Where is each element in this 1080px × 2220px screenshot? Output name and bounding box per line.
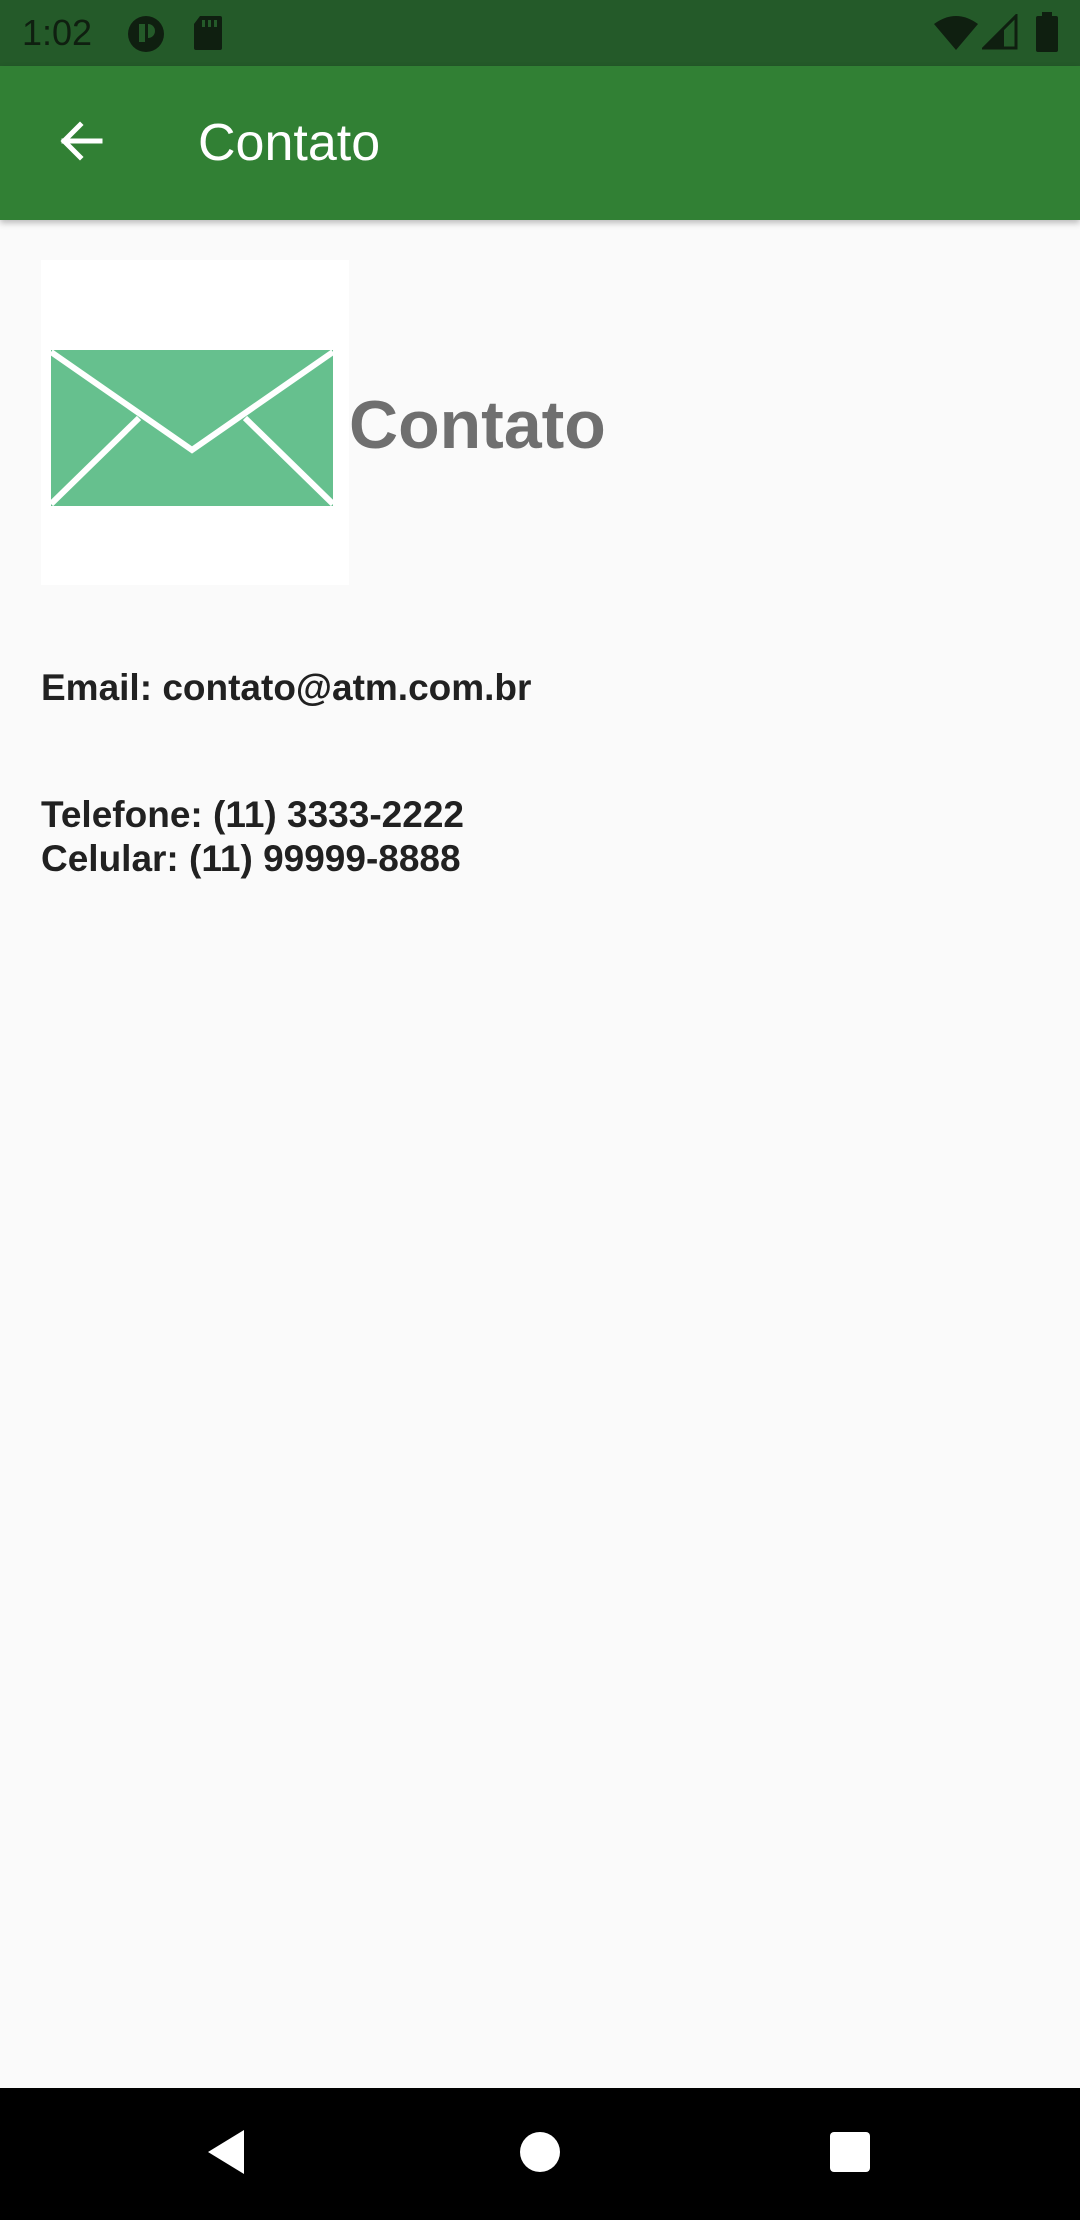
nav-recents-button[interactable] — [780, 2088, 920, 2220]
mobile-text: Celular: (11) 99999-8888 — [41, 838, 461, 879]
contact-heading: Contato — [349, 387, 606, 463]
cell-signal-icon — [980, 12, 1018, 55]
battery-icon — [1036, 12, 1058, 57]
app-bar: Contato — [0, 66, 1080, 220]
app-notification-icon — [126, 14, 166, 59]
nav-home-button[interactable] — [470, 2088, 610, 2220]
sd-card-icon — [192, 14, 224, 57]
status-time: 1:02 — [22, 12, 93, 53]
nav-back-button[interactable] — [156, 2088, 296, 2220]
system-nav-bar — [0, 2088, 1080, 2220]
back-triangle-icon — [204, 2128, 248, 2181]
home-circle-icon — [518, 2130, 562, 2179]
contact-content: Contato Email: contato@atm.com.br Telefo… — [0, 220, 1080, 2088]
screen: 1:02 Contato Contato Email: contato@atm.… — [0, 0, 1080, 2220]
back-button[interactable] — [40, 103, 120, 183]
email-text: Email: contato@atm.com.br — [41, 667, 532, 708]
arrow-back-icon — [56, 117, 104, 170]
status-bar: 1:02 — [0, 0, 1080, 66]
wifi-icon — [934, 16, 978, 55]
recents-square-icon — [829, 2131, 871, 2178]
app-title: Contato — [198, 114, 381, 172]
phone-text: Telefone: (11) 3333-2222 — [41, 794, 464, 835]
envelope-image — [41, 260, 349, 585]
